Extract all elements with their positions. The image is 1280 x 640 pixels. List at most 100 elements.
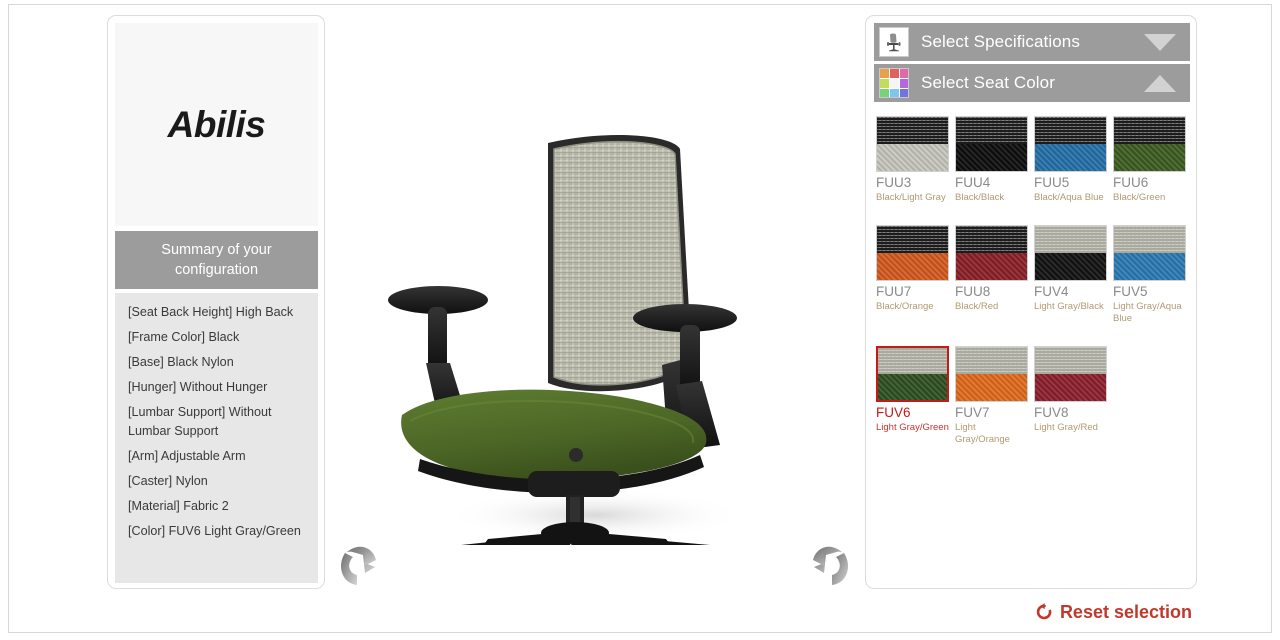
swatch-name: Light Gray/Red xyxy=(1034,422,1098,433)
summary-item: [Lumbar Support] Without Lumbar Support xyxy=(128,405,272,438)
rotate-right-button[interactable] xyxy=(808,543,854,595)
swatch-fabric-part xyxy=(877,253,948,280)
swatch-code: FUU8 xyxy=(955,284,991,299)
seat-color-swatch[interactable]: FUU4 Black/Black xyxy=(955,116,1034,204)
accordion-seat-color-label: Select Seat Color xyxy=(921,73,1055,92)
swatch-name: Light Gray/Aqua Blue xyxy=(1113,301,1182,324)
swatch-mesh-part xyxy=(1035,226,1106,253)
summary-item: [Color] FUV6 Light Gray/Green xyxy=(128,524,301,538)
rotate-left-arrow-icon xyxy=(341,546,376,585)
seat-color-swatch[interactable]: FUV8 Light Gray/Red xyxy=(1034,346,1113,446)
summary-item: [Hunger] Without Hunger xyxy=(128,380,268,394)
seat-color-swatch[interactable]: FUU6 Black/Green xyxy=(1113,116,1192,204)
swatch-preview xyxy=(876,225,949,281)
seat-color-swatch[interactable]: FUU7 Black/Orange xyxy=(876,225,955,325)
swatch-preview xyxy=(1113,116,1186,172)
chevron-down-icon xyxy=(1144,33,1176,51)
swatch-code: FUV4 xyxy=(1034,284,1069,299)
swatch-preview xyxy=(1034,225,1107,281)
swatch-mesh-part xyxy=(1035,117,1106,144)
product-viewer xyxy=(330,15,860,595)
swatch-fabric-part xyxy=(878,374,947,400)
swatch-fabric-part xyxy=(956,374,1027,401)
accordion-specifications-label: Select Specifications xyxy=(921,32,1080,51)
swatch-preview xyxy=(876,116,949,172)
reset-selection-button[interactable]: Reset selection xyxy=(1036,602,1192,623)
rotate-left-button[interactable] xyxy=(335,543,381,595)
seat-color-swatch[interactable]: FUV5 Light Gray/Aqua Blue xyxy=(1113,225,1192,325)
swatch-fabric-part xyxy=(1035,144,1106,171)
swatch-preview xyxy=(1113,225,1186,281)
swatch-code: FUU4 xyxy=(955,175,991,190)
options-panel: Select Specifications Select Seat Color … xyxy=(865,15,1197,589)
swatch-code: FUU5 xyxy=(1034,175,1070,190)
swatch-code: FUV8 xyxy=(1034,405,1069,420)
chair-thumbnail-icon xyxy=(879,27,909,57)
reset-selection-label: Reset selection xyxy=(1059,602,1192,622)
swatch-preview xyxy=(1034,346,1107,402)
swatch-name: Black/Green xyxy=(1113,192,1166,203)
seat-color-swatch-grid: FUU3 Black/Light Gray FUU4 Black/Black FUU5 B… xyxy=(876,116,1192,467)
brand-logo-text: Abilis xyxy=(167,103,266,145)
swatch-name: Light Gray/Orange xyxy=(955,422,1010,445)
refresh-icon xyxy=(1036,603,1053,622)
configuration-summary-card: Abilis Summary of your configuration [Se… xyxy=(107,15,325,589)
swatch-preview xyxy=(876,346,949,402)
swatch-code: FUV7 xyxy=(955,405,990,420)
office-chair-illustration xyxy=(388,135,745,545)
swatch-name: Light Gray/Green xyxy=(876,422,949,433)
accordion-select-seat-color[interactable]: Select Seat Color xyxy=(874,64,1190,102)
swatch-fabric-part xyxy=(1035,374,1106,401)
summary-item: [Material] Fabric 2 xyxy=(128,499,229,513)
swatch-code: FUU7 xyxy=(876,284,912,299)
summary-list: [Seat Back Height] High Back [Frame Color… xyxy=(115,293,318,583)
summary-item: [Caster] Nylon xyxy=(128,474,208,488)
swatch-name: Black/Orange xyxy=(876,301,934,312)
swatch-name: Black/Light Gray xyxy=(876,192,946,203)
swatch-fabric-part xyxy=(956,253,1027,280)
swatch-fabric-part xyxy=(1035,253,1106,280)
rotate-right-arrow-icon xyxy=(813,546,848,585)
swatch-preview xyxy=(955,225,1028,281)
swatch-mesh-part xyxy=(956,226,1027,253)
swatch-preview xyxy=(955,116,1028,172)
seat-color-swatch[interactable]: FUU3 Black/Light Gray xyxy=(876,116,955,204)
swatch-code: FUU3 xyxy=(876,175,912,190)
color-grid-icon xyxy=(879,68,909,98)
swatch-name: Black/Aqua Blue xyxy=(1034,192,1104,203)
swatch-mesh-part xyxy=(956,117,1027,144)
swatch-code: FUV6 xyxy=(876,405,911,420)
accordion-select-specifications[interactable]: Select Specifications xyxy=(874,23,1190,61)
swatch-name: Light Gray/Black xyxy=(1034,301,1104,312)
summary-item: [Frame Color] Black xyxy=(128,330,240,344)
product-configurator-page: Abilis Summary of your configuration [Se… xyxy=(0,0,1280,640)
swatch-mesh-part xyxy=(1114,117,1185,144)
swatch-mesh-part xyxy=(1114,226,1185,253)
swatch-mesh-part xyxy=(877,117,948,144)
seat-color-swatch[interactable]: FUV7 Light Gray/Orange xyxy=(955,346,1034,446)
swatch-preview xyxy=(955,346,1028,402)
summary-header: Summary of your configuration xyxy=(115,231,318,289)
swatch-mesh-part xyxy=(877,226,948,253)
summary-item: [Arm] Adjustable Arm xyxy=(128,449,246,463)
swatch-code: FUU6 xyxy=(1113,175,1149,190)
summary-item: [Base] Black Nylon xyxy=(128,355,234,369)
swatch-name: Black/Black xyxy=(955,192,1005,203)
swatch-mesh-part xyxy=(956,347,1027,374)
seat-color-swatch[interactable]: FUV4 Light Gray/Black xyxy=(1034,225,1113,325)
seat-color-swatch[interactable]: FUU5 Black/Aqua Blue xyxy=(1034,116,1113,204)
summary-item: [Seat Back Height] High Back xyxy=(128,305,294,319)
swatch-fabric-part xyxy=(877,144,948,171)
swatch-mesh-part xyxy=(878,348,947,374)
seat-color-swatch[interactable]: FUU8 Black/Red xyxy=(955,225,1034,325)
chair-image xyxy=(330,15,860,595)
swatch-code: FUV5 xyxy=(1113,284,1148,299)
summary-header-label: Summary of your configuration xyxy=(161,242,272,278)
seat-color-swatch[interactable]: FUV6 Light Gray/Green xyxy=(876,346,955,446)
swatch-fabric-part xyxy=(1114,253,1185,280)
swatch-mesh-part xyxy=(1035,347,1106,374)
chevron-up-icon xyxy=(1144,74,1176,92)
swatch-fabric-part xyxy=(956,144,1027,171)
swatch-preview xyxy=(1034,116,1107,172)
swatch-fabric-part xyxy=(1114,144,1185,171)
